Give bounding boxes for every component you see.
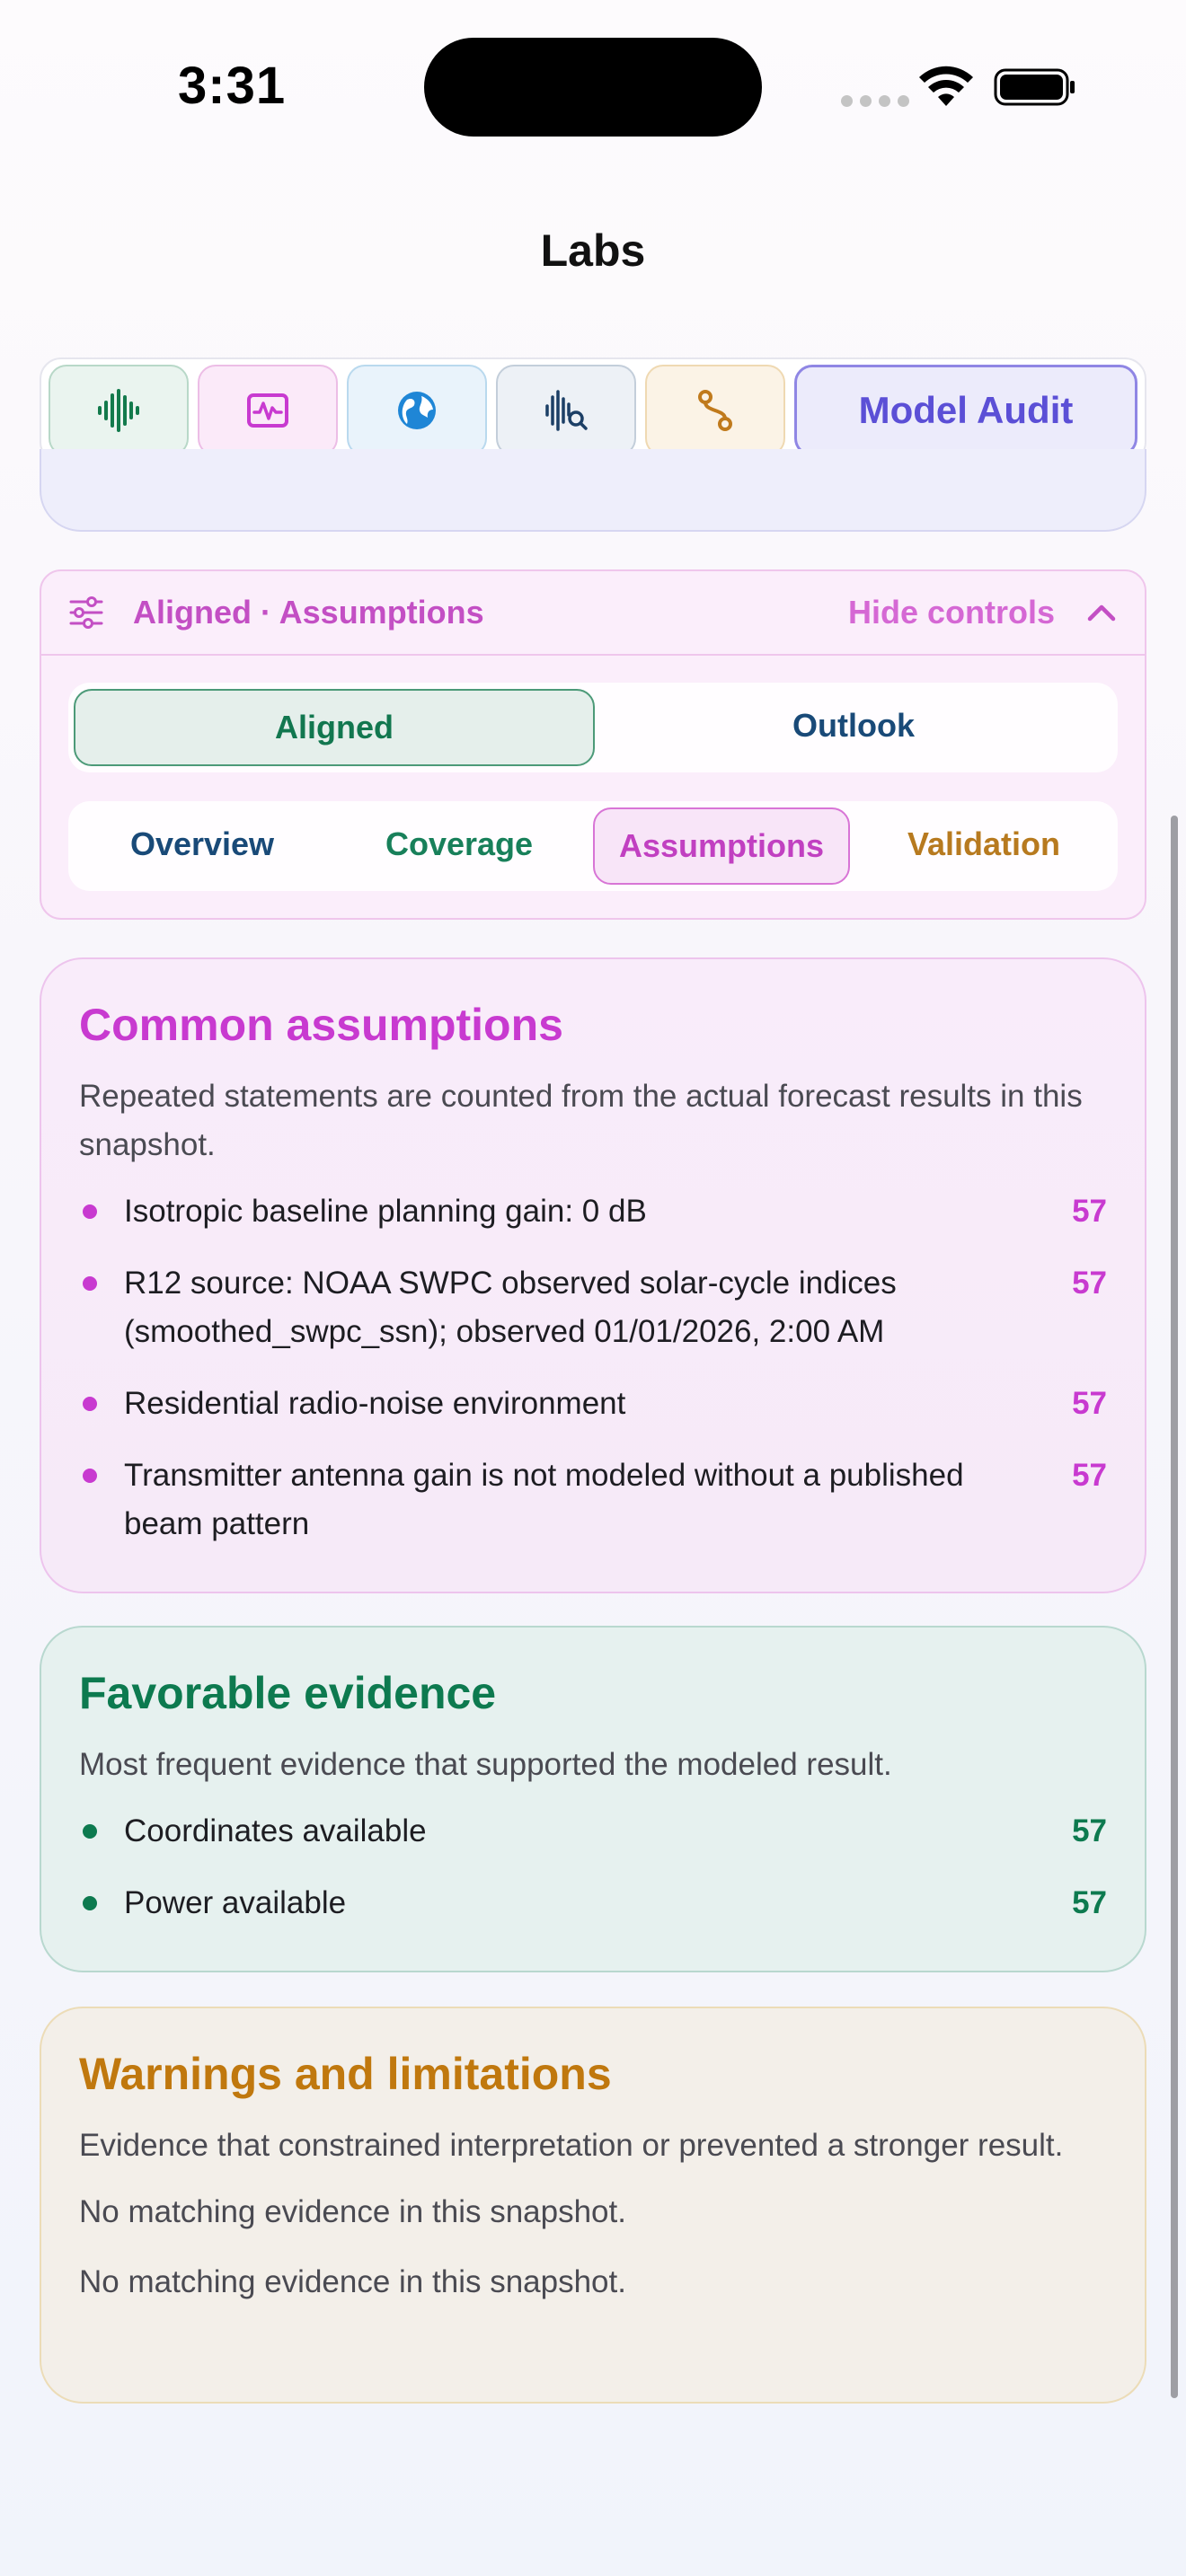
card-description: Most frequent evidence that supported th… [79, 1747, 892, 1782]
empty-state-text: No matching evidence in this snapshot. [79, 2264, 626, 2299]
card-title: Common assumptions [79, 1000, 563, 1050]
item-count: 57 [1072, 1885, 1107, 1920]
card-title: Favorable evidence [79, 1668, 497, 1718]
section-overview[interactable]: Overview [74, 807, 331, 885]
list-item: Residential radio-noise environment 57 [79, 1380, 1107, 1428]
item-count: 57 [1072, 1386, 1107, 1421]
empty-state-text: No matching evidence in this snapshot. [79, 2194, 626, 2229]
card-description: Evidence that constrained interpretation… [79, 2128, 1064, 2163]
section-segmented-control: Overview Coverage Assumptions Validation [68, 801, 1118, 891]
bullet-icon [83, 1397, 97, 1411]
tab-route[interactable] [645, 365, 785, 456]
item-text: Residential radio-noise environment [124, 1386, 626, 1421]
status-time: 3:31 [178, 57, 287, 115]
item-text: Power available [124, 1885, 347, 1920]
cellular-signal-icon [841, 95, 909, 107]
card-title: Warnings and limitations [79, 2049, 612, 2099]
warnings-limitations-card: Warnings and limitations Evidence that c… [40, 2007, 1146, 2404]
bullet-icon [83, 1276, 97, 1291]
globe-icon [398, 392, 436, 429]
scrollbar[interactable] [1171, 816, 1178, 2398]
item-text: Isotropic baseline planning gain: 0 dB [124, 1194, 647, 1229]
page-title: Labs [540, 225, 646, 276]
tab-signal-search[interactable] [496, 365, 636, 456]
controls-title: Aligned · Assumptions [133, 594, 484, 631]
controls-panel: Aligned · Assumptions Hide controls Alig… [40, 569, 1146, 920]
item-count: 57 [1072, 1458, 1107, 1493]
previous-card-edge [40, 449, 1146, 532]
section-coverage[interactable]: Coverage [331, 807, 588, 885]
chevron-up-icon[interactable] [1085, 596, 1118, 629]
bullet-icon [83, 1896, 97, 1910]
section-validation[interactable]: Validation [855, 807, 1112, 885]
item-count: 57 [1072, 1194, 1107, 1229]
waveform-search-icon [545, 390, 588, 431]
battery-icon [994, 68, 1075, 106]
controls-header[interactable]: Aligned · Assumptions Hide controls [41, 571, 1145, 656]
tab-model-audit[interactable]: Model Audit [794, 365, 1137, 456]
list-item: Coordinates available 57 [79, 1807, 1107, 1856]
section-assumptions[interactable]: Assumptions [593, 807, 850, 885]
sliders-icon [69, 596, 103, 629]
item-count: 57 [1072, 1266, 1107, 1301]
tab-globe[interactable] [347, 365, 487, 456]
mode-aligned[interactable]: Aligned [74, 689, 595, 766]
waveform-monitor-icon [247, 393, 288, 428]
tab-monitor[interactable] [198, 365, 338, 456]
waveform-icon [98, 389, 139, 432]
dynamic-island [424, 38, 762, 137]
mode-segmented-control: Aligned Outlook [68, 683, 1118, 772]
common-assumptions-card: Common assumptions Repeated statements a… [40, 957, 1146, 1593]
tab-waveform[interactable] [49, 365, 189, 456]
lab-tab-bar: Model Audit [40, 357, 1146, 463]
bullet-icon [83, 1204, 97, 1219]
route-icon [698, 390, 732, 431]
status-bar: 3:31 [0, 0, 1186, 171]
list-item: Power available 57 [79, 1879, 1107, 1928]
list-item: R12 source: NOAA SWPC observed solar-cyc… [79, 1259, 1107, 1356]
wifi-icon [919, 66, 973, 106]
list-item: Isotropic baseline planning gain: 0 dB 5… [79, 1187, 1107, 1236]
card-description: Repeated statements are counted from the… [79, 1079, 1083, 1162]
mode-outlook[interactable]: Outlook [595, 689, 1112, 766]
bullet-icon [83, 1469, 97, 1483]
hide-controls-button[interactable]: Hide controls [848, 594, 1055, 631]
bullet-icon [83, 1824, 97, 1839]
item-text: Coordinates available [124, 1813, 427, 1848]
item-count: 57 [1072, 1813, 1107, 1848]
item-text: R12 source: NOAA SWPC observed solar-cyc… [124, 1266, 897, 1349]
favorable-evidence-card: Favorable evidence Most frequent evidenc… [40, 1626, 1146, 1972]
list-item: Transmitter antenna gain is not modeled … [79, 1451, 1107, 1548]
item-text: Transmitter antenna gain is not modeled … [124, 1458, 964, 1541]
